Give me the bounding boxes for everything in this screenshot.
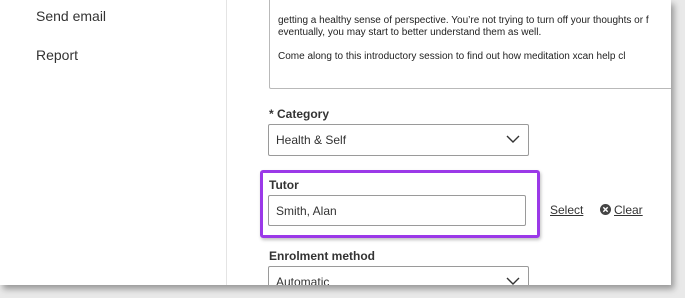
enrolment-label: Enrolment method — [269, 249, 376, 263]
sidebar-item-report[interactable]: Report — [36, 47, 78, 63]
enrolment-select[interactable]: Automatic — [268, 266, 529, 285]
category-select[interactable]: Health & Self — [268, 124, 529, 156]
enrolment-value: Automatic — [276, 275, 330, 285]
tutor-clear-link[interactable]: Clear — [614, 203, 643, 217]
tutor-select-link[interactable]: Select — [550, 203, 583, 217]
tutor-input[interactable] — [268, 195, 526, 226]
clear-icon[interactable] — [600, 204, 611, 215]
description-line: getting a healthy sense of perspective. … — [278, 15, 649, 26]
chevron-down-icon — [506, 277, 520, 285]
app-window: Send email Report getting a healthy sens… — [0, 0, 671, 285]
sidebar-item-send-email[interactable]: Send email — [36, 8, 106, 24]
description-line: eventually, you may start to better unde… — [278, 27, 542, 38]
description-line: Come along to this introductory session … — [278, 51, 626, 62]
chevron-down-icon — [506, 135, 520, 143]
description-textarea[interactable]: getting a healthy sense of perspective. … — [269, 0, 671, 89]
category-label: * Category — [269, 107, 330, 121]
sidebar: Send email Report — [0, 0, 227, 285]
tutor-label: Tutor — [269, 178, 299, 192]
category-value: Health & Self — [276, 133, 347, 147]
